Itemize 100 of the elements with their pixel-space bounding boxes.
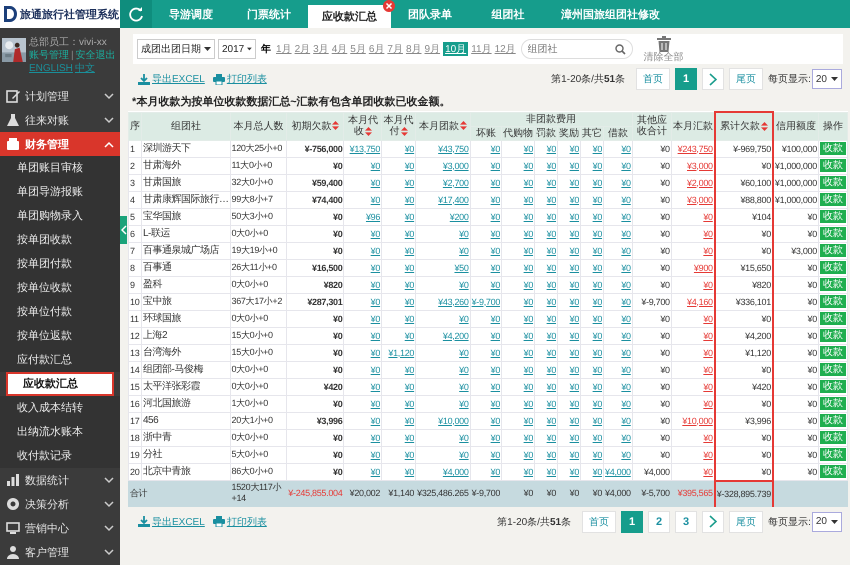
amount-link[interactable]: ¥0 [370,178,380,188]
receive-button[interactable]: 收款 [820,227,846,240]
date-type-select[interactable]: 成团出团日期 [137,39,215,59]
page-size-select[interactable]: 20 [812,69,842,89]
amount-link[interactable]: ¥0 [404,364,414,374]
next-page-button[interactable] [702,68,724,90]
receive-button[interactable]: 收款 [820,414,846,427]
submenu-item[interactable]: 按单团收款 [0,228,120,252]
amount-link[interactable]: ¥0 [370,398,380,408]
amount-link[interactable]: ¥0 [524,382,534,392]
submenu-item[interactable]: 按单位收款 [0,276,120,300]
receive-button[interactable]: 收款 [820,176,846,189]
amount-link[interactable]: ¥0 [459,228,469,238]
amount-link[interactable]: ¥0 [404,382,414,392]
receive-button[interactable]: 收款 [820,448,846,461]
submenu-item[interactable]: 按单团付款 [0,252,120,276]
amount-link[interactable]: ¥0 [703,432,713,442]
amount-link[interactable]: ¥0 [524,450,534,460]
last-page-button[interactable]: 尾页 [729,68,764,90]
amount-link[interactable]: ¥0 [370,450,380,460]
month-link[interactable]: 3月 [313,42,329,56]
close-icon[interactable] [383,0,395,12]
receive-button[interactable]: 收款 [820,312,846,325]
amount-link[interactable]: ¥0 [524,144,534,154]
month-link[interactable]: 2月 [294,42,310,56]
amount-link[interactable]: ¥0 [490,364,500,374]
amount-link[interactable]: ¥0 [490,416,500,426]
submenu-item[interactable]: 收入成本结转 [0,396,120,420]
collapse-handle[interactable] [120,216,127,244]
submenu-item[interactable]: 出纳流水账本 [0,420,120,444]
month-link[interactable]: 4月 [332,42,348,56]
submenu-item[interactable]: 按单位付款 [0,300,120,324]
month-link[interactable]: 6月 [368,42,384,56]
menu-item[interactable]: 财务管理 [0,132,120,156]
amount-link[interactable]: ¥0 [703,466,713,477]
receive-button[interactable]: 收款 [820,210,846,223]
amount-link[interactable]: ¥0 [370,330,380,340]
amount-link[interactable]: ¥0 [370,280,380,290]
menu-item[interactable]: 客户管理 [0,540,120,564]
receive-button[interactable]: 收款 [820,159,846,172]
amount-link[interactable]: ¥0 [459,364,469,374]
amount-link[interactable]: ¥0 [703,364,713,374]
amount-link[interactable]: ¥0 [524,212,534,222]
amount-link[interactable]: ¥0 [490,432,500,442]
amount-link[interactable]: ¥0 [404,144,414,154]
amount-link[interactable]: ¥0 [490,262,500,272]
amount-link[interactable]: ¥0 [490,382,500,392]
receive-button[interactable]: 收款 [820,244,846,257]
amount-link[interactable]: ¥0 [490,194,500,204]
amount-link[interactable]: ¥0 [490,212,500,222]
amount-link[interactable]: ¥0 [459,398,469,408]
tab[interactable]: 团队录单 [391,0,469,28]
amount-link[interactable]: ¥0 [524,178,534,188]
amount-link[interactable]: ¥0 [404,280,414,290]
amount-link[interactable]: ¥0 [404,330,414,340]
amount-link[interactable]: ¥0 [703,228,713,238]
amount-link[interactable]: ¥0 [490,160,500,170]
receive-button[interactable]: 收款 [820,397,846,410]
page-button[interactable]: 1 [675,68,698,90]
tab[interactable]: 导游调度 [152,0,230,28]
print-list-link[interactable]: 打印列表 [212,514,267,528]
amount-link[interactable]: ¥0 [524,466,534,477]
amount-link[interactable]: ¥0 [490,280,500,290]
language-link[interactable]: 中文 [74,62,95,75]
amount-link[interactable]: ¥0 [370,160,380,170]
amount-link[interactable]: ¥0 [370,296,380,306]
amount-link[interactable]: ¥0 [370,416,380,426]
amount-link[interactable]: ¥0 [459,382,469,392]
amount-link[interactable]: ¥0 [524,348,534,358]
tab[interactable]: 组团社 [469,0,547,28]
amount-link[interactable]: ¥0 [524,262,534,272]
amount-link[interactable]: ¥0 [703,348,713,358]
receive-button[interactable]: 收款 [820,193,846,206]
amount-link[interactable]: ¥0 [370,364,380,374]
amount-link[interactable]: ¥0 [459,432,469,442]
menu-item[interactable]: 数据统计 [0,468,120,492]
menu-item[interactable]: 决策分析 [0,492,120,516]
receive-button[interactable]: 收款 [820,278,846,291]
month-link[interactable]: 5月 [350,42,366,56]
receive-button[interactable]: 收款 [820,261,846,274]
amount-link[interactable]: ¥0 [703,398,713,408]
receive-button[interactable]: 收款 [820,465,846,478]
menu-item[interactable]: 计划管理 [0,84,120,108]
amount-link[interactable]: ¥0 [703,246,713,256]
search-field[interactable]: 组团社 [520,39,633,59]
amount-link[interactable]: ¥0 [524,228,534,238]
amount-link[interactable]: ¥0 [459,246,469,256]
amount-link[interactable]: ¥0 [404,416,414,426]
amount-link[interactable]: ¥0 [404,228,414,238]
amount-link[interactable]: ¥0 [459,348,469,358]
amount-link[interactable]: ¥0 [459,280,469,290]
submenu-item[interactable]: 收付款记录 [0,444,120,468]
amount-link[interactable]: ¥0 [459,314,469,324]
month-link[interactable]: 7月 [387,42,403,56]
amount-link[interactable]: ¥0 [703,280,713,290]
amount-link[interactable]: ¥0 [404,212,414,222]
submenu-item[interactable]: 应收款汇总 [6,372,114,396]
amount-link[interactable]: ¥0 [404,432,414,442]
amount-link[interactable]: ¥0 [524,194,534,204]
amount-link[interactable]: ¥0 [524,296,534,306]
